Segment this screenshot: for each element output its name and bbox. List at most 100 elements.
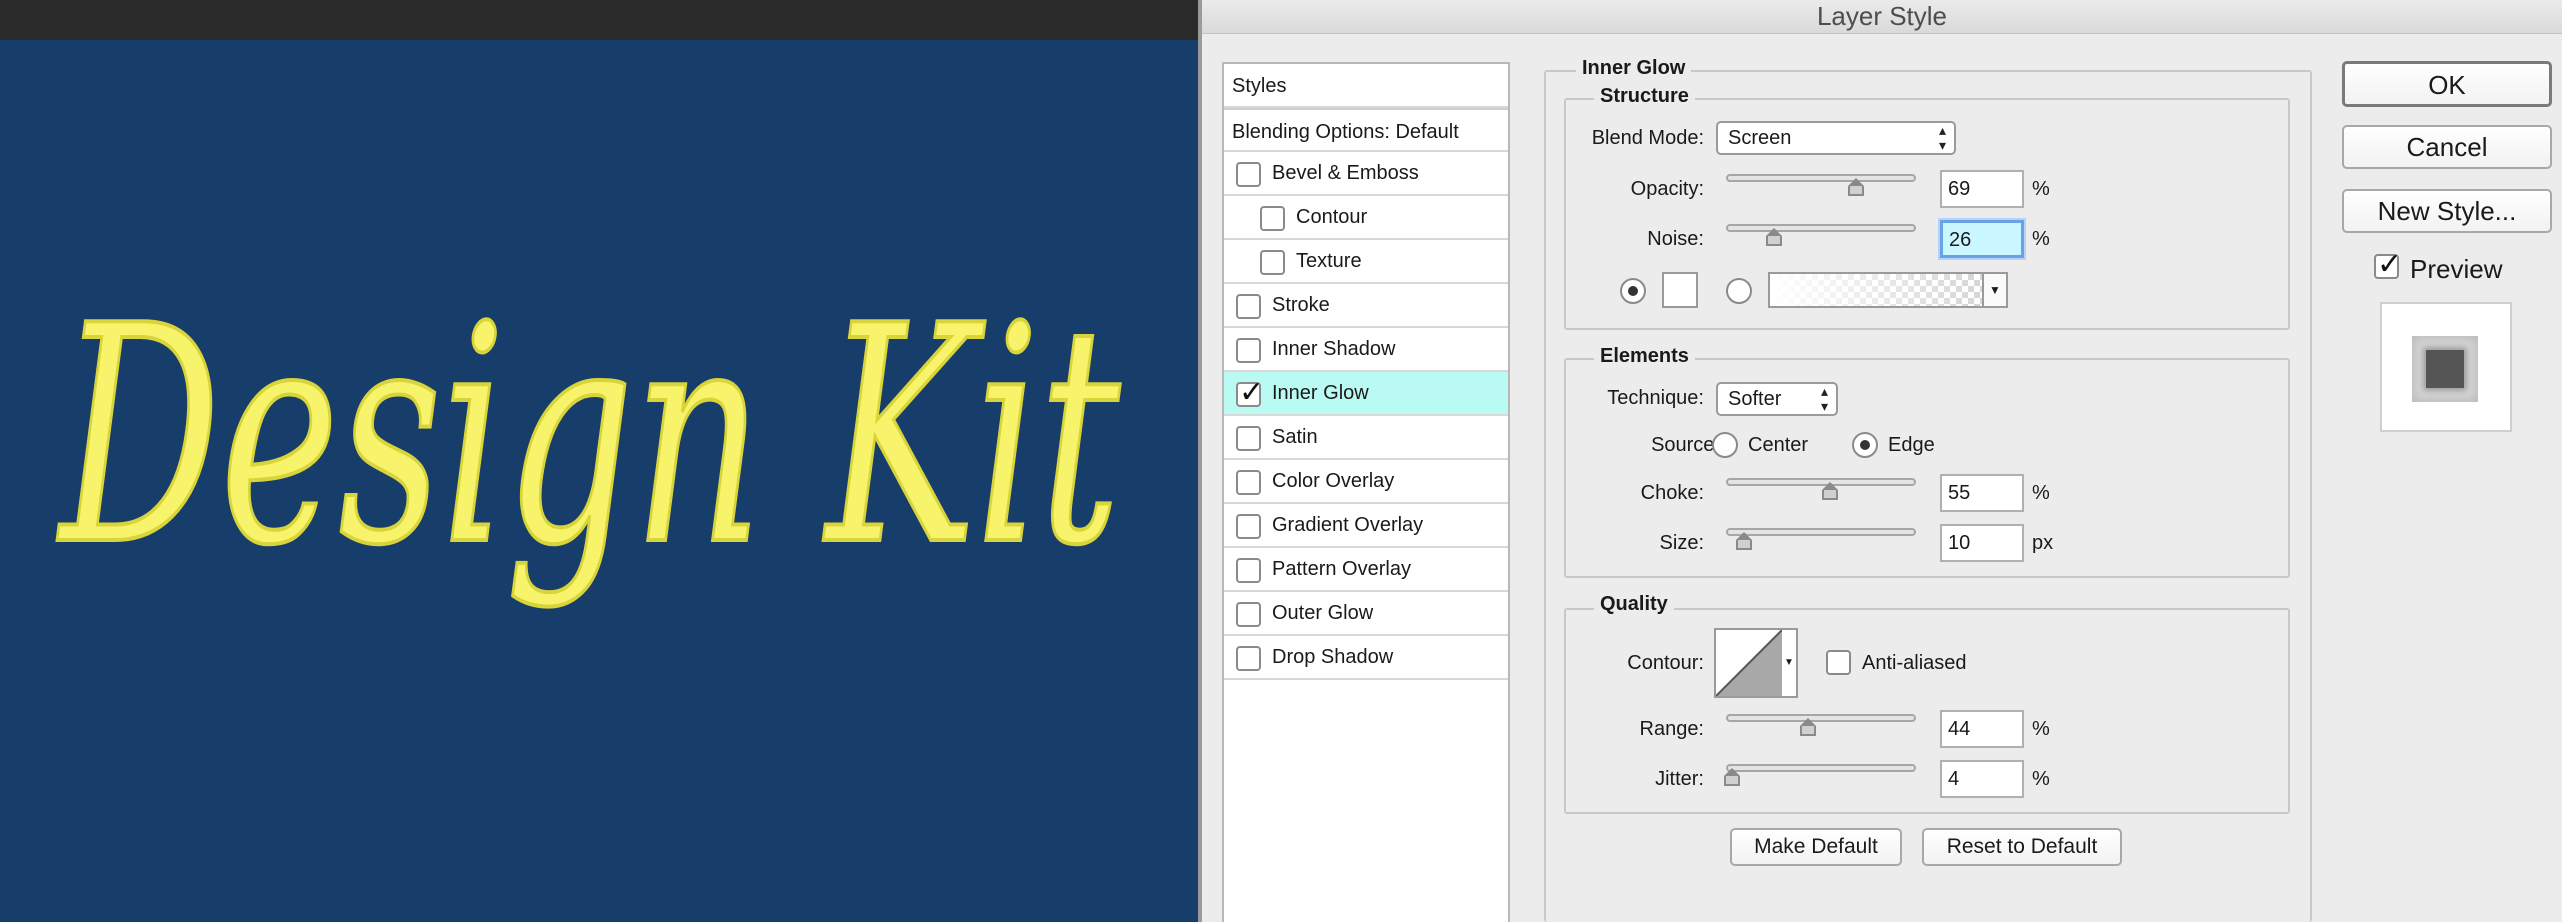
contour-label: Contour [1296,206,1368,228]
dialog-title: Layer Style [1816,1,1948,31]
style-item-color-overlay[interactable]: Color Overlay [1224,460,1508,504]
jitter-slider-track[interactable] [1726,764,1916,772]
size-label: Size: [1659,532,1704,554]
updown-chevron-icon: ▴ ▾ [1820,383,1828,414]
styles-list: Styles Blending Options: Default Bevel &… [1222,62,1510,922]
contour-checkbox[interactable] [1260,206,1285,231]
design-kit-artwork: Design Kit [55,260,1123,613]
jitter-input[interactable]: 4 [1940,760,2024,798]
noise-input[interactable]: 26 [1940,220,2024,258]
gradient-overlay-checkbox[interactable] [1236,514,1261,539]
contour-picker[interactable]: ▼ [1714,628,1798,698]
style-item-satin[interactable]: Satin [1224,416,1508,460]
contour-label: Contour: [1627,652,1704,674]
size-slider-thumb[interactable] [1734,532,1754,550]
outer-glow-label: Outer Glow [1272,602,1374,624]
glow-color-swatch[interactable] [1662,272,1698,308]
style-item-outer-glow[interactable]: Outer Glow [1224,592,1508,636]
cancel-button[interactable]: Cancel [2342,125,2552,169]
source-center-radio[interactable] [1712,432,1738,458]
technique-value: Softer [1728,388,1782,410]
inner-shadow-checkbox[interactable] [1236,338,1261,363]
source-edge-label: Edge [1888,434,1935,456]
contour-preview-icon [1716,630,1782,696]
opacity-label: Opacity: [1630,178,1704,200]
size-px-unit: px [2032,532,2054,554]
blend-mode-select[interactable]: Screen ▴ ▾ [1716,121,1956,155]
preview-square [2426,350,2464,388]
bevel-emboss-checkbox[interactable] [1236,162,1261,187]
technique-select[interactable]: Softer ▴ ▾ [1716,382,1838,416]
size-input[interactable]: 10 [1940,524,2024,562]
anti-aliased-label: Anti-aliased [1862,652,1967,674]
preview-label: Preview [2410,254,2503,284]
opacity-input[interactable]: 69 [1940,170,2024,208]
source-edge-radio[interactable] [1852,432,1878,458]
stroke-label: Stroke [1272,294,1330,316]
color-overlay-label: Color Overlay [1272,470,1395,492]
styles-header-label: Styles [1232,75,1287,97]
gradient-fill-radio[interactable] [1726,278,1752,304]
color-fill-radio[interactable] [1620,278,1646,304]
styles-header[interactable]: Styles [1224,64,1508,108]
opacity-slider-track[interactable] [1726,174,1916,182]
checkmark-icon: ✓ [2377,248,2403,281]
size-slider-track[interactable] [1726,528,1916,536]
blending-options-item[interactable]: Blending Options: Default [1224,108,1508,152]
source-center-label: Center [1748,434,1809,456]
style-item-drop-shadow[interactable]: Drop Shadow [1224,636,1508,680]
style-item-gradient-overlay[interactable]: Gradient Overlay [1224,504,1508,548]
range-input[interactable]: 44 [1940,710,2024,748]
jitter-slider-thumb[interactable] [1722,768,1742,786]
make-default-button[interactable]: Make Default [1730,828,1902,866]
inner-shadow-label: Inner Shadow [1272,338,1396,360]
range-slider-track[interactable] [1726,714,1916,722]
opacity-slider-thumb[interactable] [1846,178,1866,196]
choke-slider-thumb[interactable] [1820,482,1840,500]
style-item-stroke[interactable]: Stroke [1224,284,1508,328]
drop-shadow-checkbox[interactable] [1236,646,1261,671]
style-item-inner-shadow[interactable]: Inner Shadow [1224,328,1508,372]
choke-percent: % [2032,482,2050,504]
gradient-preview [1770,274,1982,306]
gradient-picker[interactable]: ▼ [1768,272,2008,308]
caret-down-icon[interactable]: ▼ [1982,274,2006,306]
range-slider-thumb[interactable] [1798,718,1818,736]
opacity-percent: % [2032,178,2050,200]
quality-title: Quality [1594,592,1674,616]
updown-chevron-icon: ▴ ▾ [1938,122,1946,153]
texture-label: Texture [1296,250,1362,272]
blend-mode-value: Screen [1728,127,1792,149]
jitter-label: Jitter: [1655,768,1704,790]
noise-slider-thumb[interactable] [1764,228,1784,246]
inner-glow-checkbox[interactable]: ✓ [1236,376,1264,409]
pattern-overlay-label: Pattern Overlay [1272,558,1411,580]
inner-glow-label: Inner Glow [1272,382,1369,404]
new-style-button[interactable]: New Style... [2342,189,2552,233]
choke-input[interactable]: 55 [1940,474,2024,512]
style-item-inner-glow[interactable]: ✓ Inner Glow [1224,372,1508,416]
style-item-pattern-overlay[interactable]: Pattern Overlay [1224,548,1508,592]
structure-title: Structure [1594,84,1695,108]
style-item-bevel-emboss[interactable]: Bevel & Emboss [1224,152,1508,196]
style-item-texture[interactable]: Texture [1224,240,1508,284]
range-percent: % [2032,718,2050,740]
noise-percent: % [2032,228,2050,250]
stroke-checkbox[interactable] [1236,294,1261,319]
ok-button[interactable]: OK [2342,61,2552,107]
texture-checkbox[interactable] [1260,250,1285,275]
inner-glow-title: Inner Glow [1576,56,1692,80]
source-label: Source: [1651,434,1720,456]
color-overlay-checkbox[interactable] [1236,470,1261,495]
caret-down-icon[interactable]: ▼ [1782,630,1796,696]
reset-to-default-button[interactable]: Reset to Default [1922,828,2122,866]
technique-label: Technique: [1607,387,1704,409]
pattern-overlay-checkbox[interactable] [1236,558,1261,583]
outer-glow-checkbox[interactable] [1236,602,1261,627]
noise-slider-track[interactable] [1726,224,1916,232]
anti-aliased-checkbox[interactable] [1826,650,1851,675]
preview-checkbox[interactable]: ✓ [2374,248,2402,281]
style-item-contour[interactable]: Contour [1224,196,1508,240]
document-canvas[interactable]: Design Kit [0,40,1200,922]
satin-checkbox[interactable] [1236,426,1261,451]
